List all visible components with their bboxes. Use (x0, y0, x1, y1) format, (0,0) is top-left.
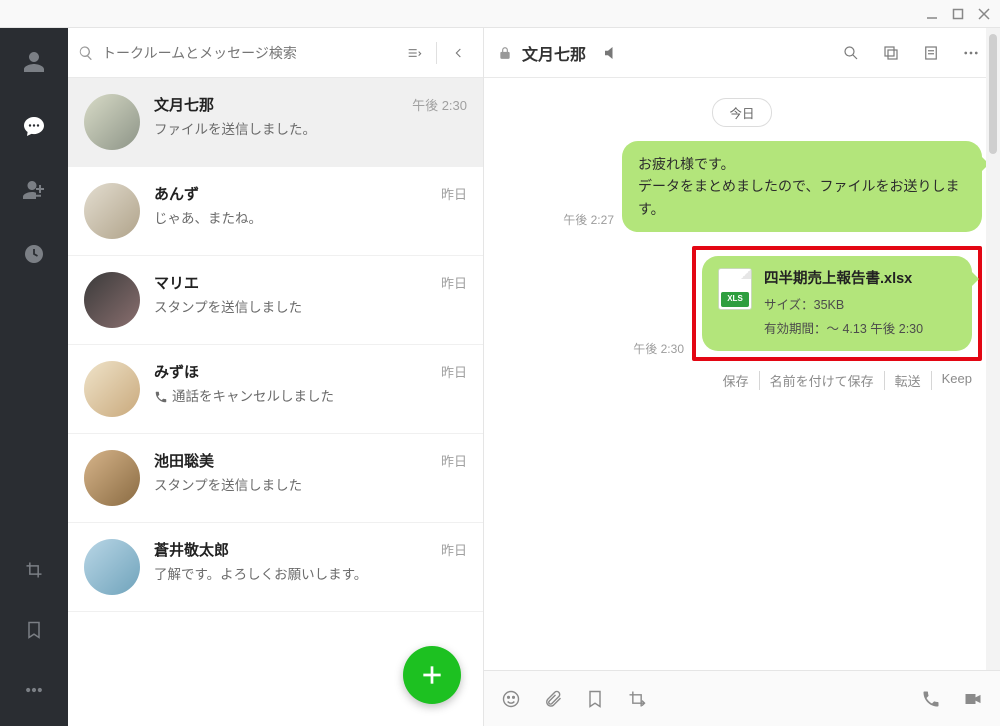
composer (484, 670, 1000, 726)
chat-list-panel: 文月七那午後 2:30 ファイルを送信しました。 あんず昨日 じゃあ、またね。 … (68, 28, 484, 726)
nav-chats[interactable] (16, 108, 52, 144)
chat-name: みずほ (154, 361, 199, 382)
chat-item[interactable]: あんず 昨日 じゃあ、またね。 (68, 167, 483, 256)
action-save-as[interactable]: 名前を付けて保存 (759, 371, 884, 390)
chat-header: 文月七那 (484, 28, 1000, 78)
file-expiry: 有効期間：～ 4.13 午後 2:30 (764, 319, 923, 339)
avatar (84, 183, 140, 239)
chat-preview: じゃあ、またね。 (154, 210, 467, 229)
avatar (84, 94, 140, 150)
search-box[interactable] (78, 45, 392, 61)
attach-button[interactable] (540, 686, 566, 712)
file-size: サイズ：35KB (764, 295, 923, 315)
message-time: 午後 2:27 (563, 211, 614, 228)
nav-add-friend[interactable] (16, 172, 52, 208)
file-message-bubble[interactable]: XLS 四半期売上報告書.xlsx サイズ：35KB 有効期間：～ 4.13 午… (702, 256, 972, 351)
voice-call-button[interactable] (918, 686, 944, 712)
action-forward[interactable]: 転送 (884, 371, 931, 390)
minimize-button[interactable] (924, 6, 940, 22)
nav-crop[interactable] (16, 552, 52, 588)
scrollbar[interactable] (986, 28, 1000, 670)
new-chat-button[interactable] (403, 646, 461, 704)
chat-item[interactable]: 池田聡美 昨日 スタンプを送信しました (68, 434, 483, 523)
chat-preview: スタンプを送信しました (154, 477, 467, 496)
file-name: 四半期売上報告書.xlsx (764, 268, 923, 291)
file-xls-icon: XLS (718, 268, 752, 310)
nav-rail (0, 28, 68, 726)
chat-preview: 了解です。よろしくお願いします。 (154, 566, 467, 585)
date-divider: 今日 (712, 98, 771, 127)
avatar (84, 272, 140, 328)
emoji-button[interactable] (498, 686, 524, 712)
header-popout-button[interactable] (876, 38, 906, 68)
chat-item[interactable]: 文月七那 午後 2:30 ファイルを送信しました。 (68, 78, 483, 167)
action-keep[interactable]: Keep (931, 371, 982, 390)
chat-name: 文月七那 (154, 94, 214, 115)
sort-button[interactable] (400, 39, 428, 67)
message-bubble[interactable]: お疲れ様です。 データをまとめましたので、ファイルをお送りします。 (622, 141, 982, 232)
chat-name: マリエ (154, 272, 199, 293)
chat-item[interactable]: マリエ 昨日 スタンプを送信しました (68, 256, 483, 345)
nav-friends[interactable] (16, 44, 52, 80)
chat-preview: 通話をキャンセルしました (154, 388, 467, 407)
message-row: 午後 2:27 お疲れ様です。 データをまとめましたので、ファイルをお送りします… (502, 141, 982, 232)
chat-time: 昨日 (441, 184, 467, 203)
header-notes-button[interactable] (916, 38, 946, 68)
video-call-button[interactable] (960, 686, 986, 712)
chat-preview: ファイルを送信しました。 (154, 121, 467, 140)
maximize-button[interactable] (950, 6, 966, 22)
header-more-button[interactable] (956, 38, 986, 68)
window-titlebar (0, 0, 1000, 28)
message-area: 今日 午後 2:27 お疲れ様です。 データをまとめましたので、ファイルをお送り… (484, 78, 1000, 670)
avatar (84, 450, 140, 506)
nav-timeline[interactable] (16, 236, 52, 272)
chat-time: 午後 2:30 (412, 95, 467, 114)
scrollbar-thumb[interactable] (989, 34, 997, 154)
highlighted-region: XLS 四半期売上報告書.xlsx サイズ：35KB 有効期間：～ 4.13 午… (692, 246, 982, 361)
chat-time: 昨日 (441, 362, 467, 381)
close-button[interactable] (976, 6, 992, 22)
collapse-list-button[interactable] (445, 39, 473, 67)
chat-item[interactable]: みずほ 昨日 通話をキャンセルしました (68, 345, 483, 434)
chat-time: 昨日 (441, 273, 467, 292)
chat-name: あんず (154, 183, 199, 204)
capture-button[interactable] (624, 686, 650, 712)
message-time: 午後 2:30 (633, 340, 684, 357)
chat-preview: スタンプを送信しました (154, 299, 467, 318)
chat-time: 昨日 (441, 540, 467, 559)
chat-name: 蒼井敬太郎 (154, 539, 229, 560)
search-row (68, 28, 483, 78)
avatar (84, 361, 140, 417)
speaker-icon[interactable] (602, 44, 620, 62)
lock-icon (498, 46, 512, 60)
message-actions: 保存 名前を付けて保存 転送 Keep (502, 371, 982, 390)
chat-title: 文月七那 (522, 41, 586, 65)
avatar (84, 539, 140, 595)
conversation-panel: 文月七那 今日 午後 2:27 お疲れ様です。 データをまとめましたので、ファイ… (484, 28, 1000, 726)
action-save[interactable]: 保存 (713, 371, 759, 390)
chat-time: 昨日 (441, 451, 467, 470)
chat-item[interactable]: 蒼井敬太郎 昨日 了解です。よろしくお願いします。 (68, 523, 483, 612)
phone-icon (154, 390, 168, 404)
message-row: 午後 2:30 XLS 四半期売上報告書.xlsx サイズ：35KB 有効期間：… (502, 246, 982, 361)
search-input[interactable] (102, 45, 392, 61)
keep-button[interactable] (582, 686, 608, 712)
header-search-button[interactable] (836, 38, 866, 68)
chat-name: 池田聡美 (154, 450, 214, 471)
nav-keep[interactable] (16, 612, 52, 648)
nav-more[interactable] (16, 672, 52, 708)
search-icon (78, 45, 94, 61)
